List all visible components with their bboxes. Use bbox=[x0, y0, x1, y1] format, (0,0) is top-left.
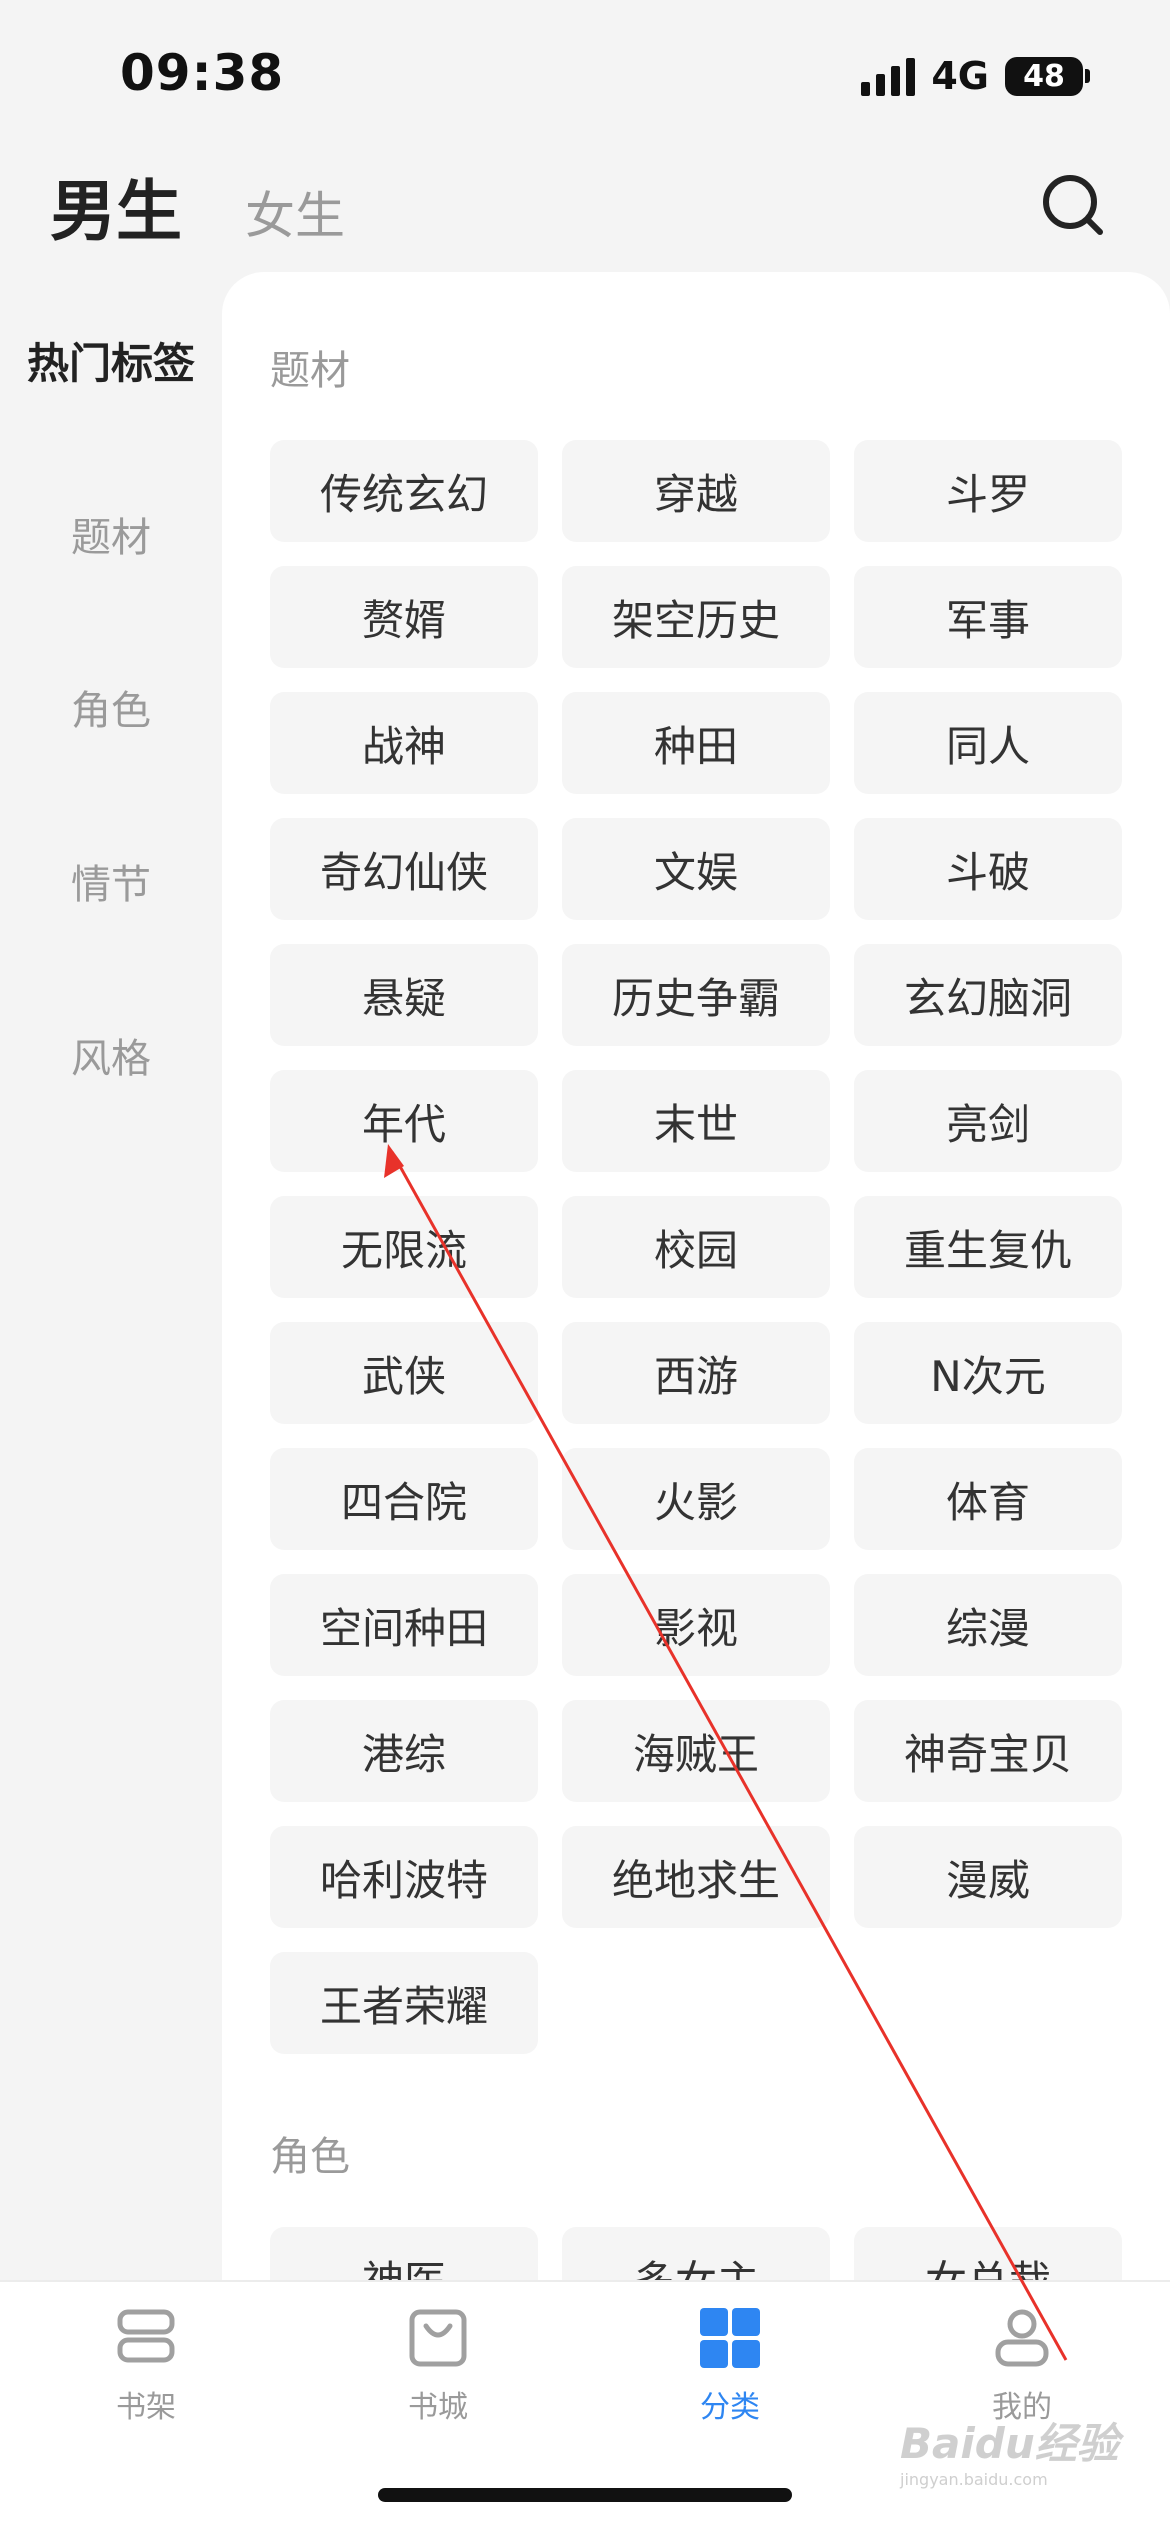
tab-male[interactable]: 男生 bbox=[50, 158, 182, 254]
nav-label-bookshelf: 书架 bbox=[116, 2390, 176, 2425]
sidebar-item-role[interactable]: 角色 bbox=[0, 678, 222, 736]
tag-chip[interactable]: 同人 bbox=[854, 692, 1122, 794]
search-icon bbox=[1043, 175, 1103, 235]
sidebar-item-plot[interactable]: 情节 bbox=[0, 852, 222, 910]
network-type: 4G bbox=[931, 54, 989, 98]
tag-chip[interactable]: 海贼王 bbox=[562, 1700, 830, 1802]
tag-chip[interactable]: 武侠 bbox=[270, 1322, 538, 1424]
sidebar-item-style[interactable]: 风格 bbox=[0, 1026, 222, 1084]
tag-chip[interactable]: 校园 bbox=[562, 1196, 830, 1298]
home-indicator bbox=[378, 2488, 792, 2502]
tag-chip[interactable]: 无限流 bbox=[270, 1196, 538, 1298]
status-indicators: 4G 48 bbox=[861, 54, 1090, 98]
status-time: 09:38 bbox=[120, 44, 285, 102]
tag-chip[interactable]: 女总裁 bbox=[854, 2227, 1122, 2280]
header: 男生 女生 bbox=[0, 140, 1170, 270]
bookstore-icon bbox=[409, 2309, 467, 2367]
baidu-watermark-url: jingyan.baidu.com bbox=[900, 2470, 1048, 2489]
tag-chip[interactable]: 穿越 bbox=[562, 440, 830, 542]
nav-label-category: 分类 bbox=[700, 2390, 760, 2425]
tag-chip[interactable]: 西游 bbox=[562, 1322, 830, 1424]
sidebar-item-hot-tags[interactable]: 热门标签 bbox=[0, 330, 222, 391]
nav-label-bookstore: 书城 bbox=[408, 2390, 468, 2425]
tag-chip[interactable]: 种田 bbox=[562, 692, 830, 794]
nav-bookshelf[interactable]: 书架 bbox=[0, 2302, 292, 2442]
tag-chip[interactable]: 悬疑 bbox=[270, 944, 538, 1046]
tag-chip[interactable]: 四合院 bbox=[270, 1448, 538, 1550]
search-button[interactable] bbox=[1034, 166, 1114, 246]
nav-category[interactable]: 分类 bbox=[584, 2302, 876, 2442]
category-grid-icon bbox=[700, 2308, 760, 2368]
tag-chip[interactable]: 传统玄幻 bbox=[270, 440, 538, 542]
tag-chip[interactable]: 奇幻仙侠 bbox=[270, 818, 538, 920]
tag-chip[interactable]: 年代 bbox=[270, 1070, 538, 1172]
sidebar-item-theme[interactable]: 题材 bbox=[0, 505, 222, 563]
section-title-theme: 题材 bbox=[270, 348, 350, 394]
battery-level: 48 bbox=[1005, 56, 1083, 96]
tag-chip[interactable]: 漫威 bbox=[854, 1826, 1122, 1928]
section-title-role: 角色 bbox=[270, 2134, 350, 2180]
tag-chip[interactable]: 体育 bbox=[854, 1448, 1122, 1550]
tag-chip[interactable]: 空间种田 bbox=[270, 1574, 538, 1676]
status-bar: 09:38 4G 48 bbox=[0, 0, 1170, 150]
tag-chip[interactable]: 赘婿 bbox=[270, 566, 538, 668]
tag-chip[interactable]: 斗罗 bbox=[854, 440, 1122, 542]
baidu-watermark-logo: Baidu经验 bbox=[900, 2419, 1119, 2468]
nav-bookstore[interactable]: 书城 bbox=[292, 2302, 584, 2442]
tag-content-panel: 题材 传统玄幻 穿越 斗罗赘婿 架空历史 军事战神 种田 同人奇幻仙侠 文娱 斗破悬疑 历史争霸玄… bbox=[222, 272, 1170, 2280]
tag-chip[interactable]: 文娱 bbox=[562, 818, 830, 920]
cellular-signal-icon bbox=[861, 56, 916, 96]
sidebar: 热门标签 题材 角色 情节 风格 bbox=[0, 270, 222, 2280]
tag-chip[interactable]: 哈利波特 bbox=[270, 1826, 538, 1928]
tag-chip[interactable]: 斗破 bbox=[854, 818, 1122, 920]
bookshelf-icon bbox=[117, 2309, 175, 2363]
tag-chip[interactable]: 多女主 bbox=[562, 2227, 830, 2280]
battery-icon: 48 bbox=[1005, 56, 1090, 96]
tag-grid-theme: 传统玄幻 穿越 斗罗赘婿 架空历史 军事战神 种田 同人奇幻仙侠 文娱 斗破悬疑 历史争霸 玄幻脑洞… bbox=[270, 440, 1122, 2054]
tag-chip[interactable]: 末世 bbox=[562, 1070, 830, 1172]
tag-chip[interactable]: 港综 bbox=[270, 1700, 538, 1802]
tag-chip[interactable]: 神医 bbox=[270, 2227, 538, 2280]
tag-chip[interactable]: N次元 bbox=[854, 1322, 1122, 1424]
tag-chip[interactable]: 亮剑 bbox=[854, 1070, 1122, 1172]
tag-chip[interactable]: 综漫 bbox=[854, 1574, 1122, 1676]
profile-icon bbox=[995, 2309, 1049, 2367]
tag-chip[interactable]: 影视 bbox=[562, 1574, 830, 1676]
tag-chip[interactable]: 绝地求生 bbox=[562, 1826, 830, 1928]
tag-chip[interactable]: 战神 bbox=[270, 692, 538, 794]
tag-chip[interactable]: 火影 bbox=[562, 1448, 830, 1550]
tag-chip[interactable]: 重生复仇 bbox=[854, 1196, 1122, 1298]
tag-chip[interactable]: 架空历史 bbox=[562, 566, 830, 668]
tag-chip[interactable]: 王者荣耀 bbox=[270, 1952, 538, 2054]
tag-chip[interactable]: 神奇宝贝 bbox=[854, 1700, 1122, 1802]
tag-chip[interactable]: 军事 bbox=[854, 566, 1122, 668]
tag-chip[interactable]: 玄幻脑洞 bbox=[854, 944, 1122, 1046]
tab-female[interactable]: 女生 bbox=[245, 176, 345, 248]
tag-chip[interactable]: 历史争霸 bbox=[562, 944, 830, 1046]
tag-grid-role: 神医多女主女总裁 bbox=[270, 2227, 1122, 2280]
